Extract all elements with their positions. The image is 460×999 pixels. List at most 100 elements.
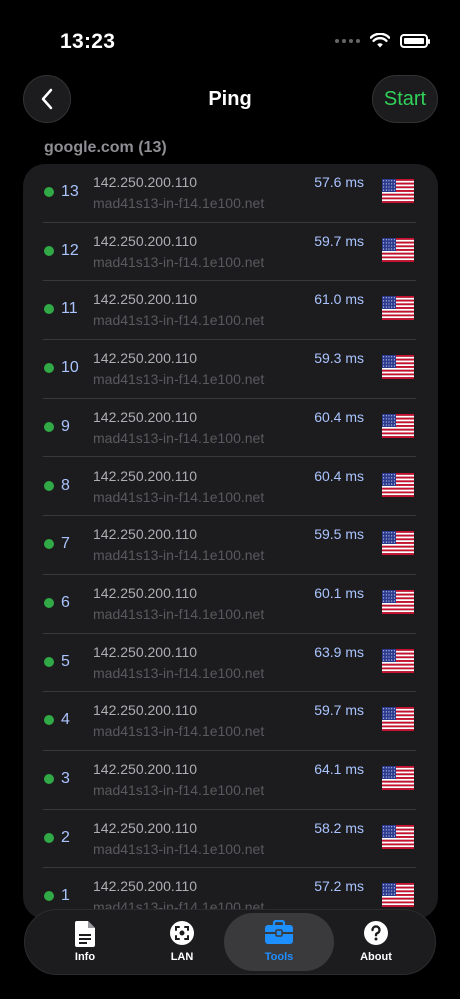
tab-info-label: Info xyxy=(74,951,96,963)
hostname: mad41s13-in-f14.1e100.net xyxy=(93,605,265,622)
us-flag-icon xyxy=(382,589,414,614)
sequence-number: 9 xyxy=(61,417,70,435)
ip-address: 142.250.200.110 xyxy=(93,232,198,249)
tab-lan[interactable]: LAN xyxy=(132,910,232,974)
us-flag-icon xyxy=(382,296,414,321)
sequence-number: 6 xyxy=(61,593,70,611)
hostname: mad41s13-in-f14.1e100.net xyxy=(93,723,265,740)
status-dot xyxy=(44,187,54,197)
wifi-icon xyxy=(370,33,390,48)
us-flag-icon xyxy=(382,413,414,438)
tab-lan-label: LAN xyxy=(170,951,194,963)
hostname: mad41s13-in-f14.1e100.net xyxy=(93,429,265,446)
sequence-number: 8 xyxy=(61,476,70,494)
sequence-number: 10 xyxy=(61,359,79,377)
ping-row[interactable]: 3 142.250.200.110 mad41s13-in-f14.1e100.ne… xyxy=(23,751,438,810)
ping-row[interactable]: 13 142.250.200.110 mad41s13-in-f14.1e100.n… xyxy=(23,164,438,223)
start-button[interactable]: Start xyxy=(372,75,438,123)
hostname: mad41s13-in-f14.1e100.net xyxy=(93,312,265,329)
tab-bar: Info LAN Tools About xyxy=(24,909,436,975)
ping-row[interactable]: 4 142.250.200.110 mad41s13-in-f14.1e100.ne… xyxy=(23,692,438,751)
us-flag-icon xyxy=(382,355,414,380)
ping-row[interactable]: 2 142.250.200.110 mad41s13-in-f14.1e100.ne… xyxy=(23,810,438,869)
status-bar: 13:23 xyxy=(0,0,460,80)
sequence-number: 12 xyxy=(61,241,79,259)
hostname: mad41s13-in-f14.1e100.net xyxy=(93,371,265,388)
ping-row[interactable]: 5 142.250.200.110 mad41s13-in-f14.1e100.ne… xyxy=(23,634,438,693)
signal-dots-icon xyxy=(335,38,360,43)
us-flag-icon xyxy=(382,824,414,849)
ping-row[interactable]: 6 142.250.200.110 mad41s13-in-f14.1e100.ne… xyxy=(23,575,438,634)
us-flag-icon xyxy=(382,883,414,908)
status-time: 13:23 xyxy=(60,30,116,53)
status-dot xyxy=(44,656,54,667)
latency-value: 59.7 ms xyxy=(314,232,364,249)
ip-address: 142.250.200.110 xyxy=(93,584,198,601)
sequence-number: 7 xyxy=(61,535,70,553)
ip-address: 142.250.200.110 xyxy=(93,350,198,367)
us-flag-icon xyxy=(382,472,414,497)
us-flag-icon xyxy=(382,648,414,673)
hostname: mad41s13-in-f14.1e100.net xyxy=(93,253,265,270)
tab-tools-label: Tools xyxy=(264,951,294,963)
toolbox-icon xyxy=(264,919,294,951)
status-dot xyxy=(44,539,54,550)
status-dot xyxy=(44,245,54,256)
tab-about[interactable]: About xyxy=(326,910,426,974)
latency-value: 60.4 ms xyxy=(314,467,364,484)
latency-value: 61.0 ms xyxy=(314,291,364,308)
ping-row[interactable]: 7 142.250.200.110 mad41s13-in-f14.1e100.ne… xyxy=(23,516,438,575)
sequence-number: 1 xyxy=(61,887,70,905)
tab-info[interactable]: Info xyxy=(35,910,135,974)
ip-address: 142.250.200.110 xyxy=(93,819,198,836)
tab-about-label: About xyxy=(360,951,392,963)
ip-address: 142.250.200.110 xyxy=(93,467,198,484)
ip-address: 142.250.200.110 xyxy=(93,408,198,425)
status-dot xyxy=(44,597,54,608)
sequence-number: 11 xyxy=(61,300,78,318)
latency-value: 57.6 ms xyxy=(314,174,364,190)
ip-address: 142.250.200.110 xyxy=(93,761,198,777)
ip-address: 142.250.200.110 xyxy=(93,526,198,543)
battery-icon xyxy=(400,33,430,48)
sequence-number: 13 xyxy=(61,183,79,200)
sequence-number: 2 xyxy=(61,828,70,846)
question-icon xyxy=(363,920,389,951)
us-flag-icon xyxy=(382,531,414,556)
sequence-number: 5 xyxy=(61,652,70,670)
hostname: mad41s13-in-f14.1e100.net xyxy=(93,840,265,857)
ping-row[interactable]: 11 142.250.200.110 mad41s13-in-f14.1e100.n… xyxy=(23,281,438,341)
status-dot xyxy=(44,891,54,902)
tab-tools[interactable]: Tools xyxy=(224,910,334,974)
us-flag-icon xyxy=(382,237,414,262)
section-header: google.com (13) xyxy=(44,139,167,156)
latency-value: 58.2 ms xyxy=(314,819,364,836)
ping-results-list[interactable]: 13 142.250.200.110 mad41s13-in-f14.1e100.n… xyxy=(23,164,438,919)
latency-value: 60.1 ms xyxy=(314,584,364,601)
hostname: mad41s13-in-f14.1e100.net xyxy=(93,782,265,798)
status-dot xyxy=(44,774,54,784)
us-flag-icon xyxy=(382,707,414,732)
ping-row[interactable]: 10 142.250.200.110 mad41s13-in-f14.1e100.n… xyxy=(23,340,438,399)
latency-value: 63.9 ms xyxy=(314,643,364,660)
ping-row[interactable]: 12 142.250.200.110 mad41s13-in-f14.1e100.n… xyxy=(23,223,438,282)
latency-value: 59.7 ms xyxy=(314,702,364,719)
document-icon xyxy=(74,920,96,953)
lan-icon xyxy=(169,920,195,951)
ping-row[interactable]: 9 142.250.200.110 mad41s13-in-f14.1e100.ne… xyxy=(23,399,438,458)
latency-value: 59.5 ms xyxy=(314,526,364,543)
status-icons xyxy=(335,33,430,48)
ip-address: 142.250.200.110 xyxy=(93,878,198,895)
status-dot xyxy=(44,715,54,726)
ip-address: 142.250.200.110 xyxy=(93,174,198,190)
sequence-number: 3 xyxy=(61,770,70,787)
ip-address: 142.250.200.110 xyxy=(93,291,198,308)
hostname: mad41s13-in-f14.1e100.net xyxy=(93,195,265,211)
status-dot xyxy=(44,832,54,843)
sequence-number: 4 xyxy=(61,711,70,729)
ping-row[interactable]: 8 142.250.200.110 mad41s13-in-f14.1e100.ne… xyxy=(23,458,438,517)
latency-value: 57.2 ms xyxy=(314,878,364,895)
us-flag-icon xyxy=(382,179,414,204)
status-dot xyxy=(44,421,54,432)
status-dot xyxy=(44,363,54,374)
